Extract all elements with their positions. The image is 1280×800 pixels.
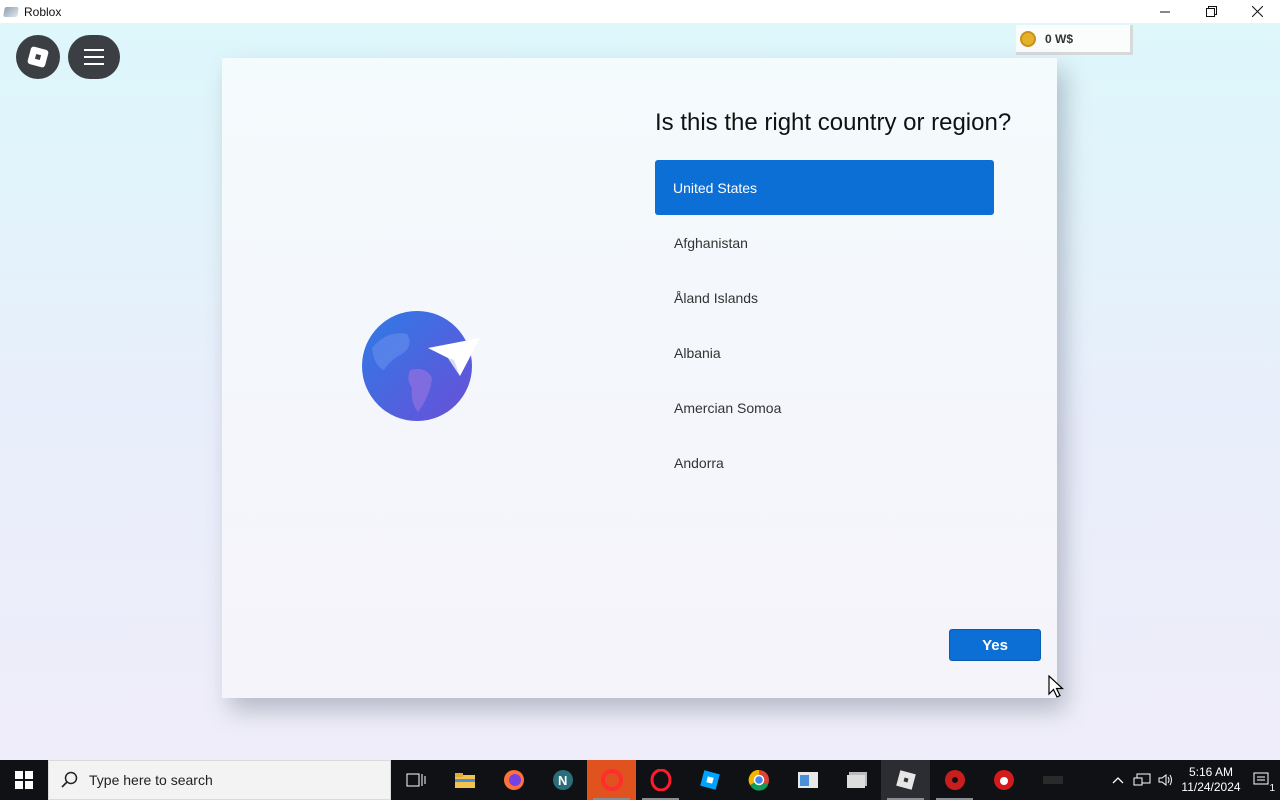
task-view-button[interactable] [391,760,440,800]
opera-gx-icon [600,769,623,791]
window-app-icon [797,772,818,788]
roblox-studio-button[interactable] [685,760,734,800]
close-icon [1251,6,1263,17]
action-center-button[interactable]: 1 [1244,760,1280,800]
currency-display: 0 W$ [1016,25,1133,55]
minimize-icon [1160,11,1170,12]
dark-app-icon [1042,776,1063,784]
dialog-question: Is this the right country or region? [655,109,1012,136]
firefox-icon [503,770,524,790]
app-red-button[interactable] [979,760,1028,800]
taskbar: Type here to search N 5:16 AM 11/24/2024… [0,760,1280,800]
network-button[interactable] [1130,760,1154,800]
system-tray: 5:16 AM 11/24/2024 1 [1106,760,1280,800]
roblox-player-button[interactable] [881,760,930,800]
country-option[interactable]: Amercian Somoa [655,380,994,435]
country-option[interactable]: United States [655,160,994,215]
hamburger-icon [84,49,104,65]
file-explorer-button[interactable] [440,760,489,800]
window-controls [1142,0,1280,23]
roblox-app-icon [3,6,19,17]
app-dark-button[interactable] [1028,760,1077,800]
firefox-button[interactable] [489,760,538,800]
start-button[interactable] [0,760,48,800]
currency-amount: 0 W$ [1045,31,1074,46]
chrome-button[interactable] [734,760,783,800]
country-option[interactable]: Afghanistan [655,215,994,270]
taskbar-search-box[interactable]: Type here to search [48,760,391,800]
network-icon [1133,773,1151,786]
restore-button[interactable] [1188,0,1234,23]
close-button[interactable] [1234,0,1280,23]
roblox-menu-button[interactable] [16,35,60,79]
restore-icon [1205,6,1217,17]
country-list: United States Afghanistan Åland Islands … [655,160,994,490]
red-app-icon [993,770,1014,790]
opera-button[interactable] [636,760,685,800]
volume-button[interactable] [1154,760,1178,800]
app-radiation-button[interactable] [930,760,979,800]
country-option[interactable]: Åland Islands [655,270,994,325]
roblox-studio-icon [699,770,720,790]
chevron-up-icon [1112,777,1124,784]
hamburger-menu-button[interactable] [68,35,120,79]
country-option[interactable]: Andorra [655,435,994,490]
roblox-icon [895,770,916,790]
game-viewport: 0 W$ Is this the right country or region… [0,23,1280,760]
country-dialog: Is this the right country or region? Uni… [222,58,1057,698]
globe-icon [362,311,480,421]
n-app-icon: N [552,770,573,790]
clock-time: 5:16 AM [1188,765,1234,779]
windows-logo-icon [15,771,33,789]
speaker-icon [1158,774,1172,786]
notification-count: 1 [1269,783,1275,794]
taskbar-apps: N [391,760,1077,800]
yes-button[interactable]: Yes [949,629,1041,661]
chrome-icon [748,769,769,791]
country-option[interactable]: Albania [655,325,994,380]
window-titlebar: Roblox [0,0,1280,23]
search-icon [61,771,78,788]
task-view-icon [406,773,425,787]
minimize-button[interactable] [1142,0,1188,23]
coin-icon [1020,30,1036,47]
tray-expand-button[interactable] [1106,760,1130,800]
folder-icon [454,773,475,788]
mouse-cursor-icon [1048,675,1064,698]
gallery-icon [846,772,867,788]
roblox-logo-icon [27,46,49,68]
opera-icon [650,769,671,791]
clock-date: 11/24/2024 [1181,780,1241,794]
search-placeholder: Type here to search [89,772,213,788]
taskbar-clock[interactable]: 5:16 AM 11/24/2024 [1178,765,1244,795]
app-n-button[interactable]: N [538,760,587,800]
app-gallery-button[interactable] [832,760,881,800]
window-title: Roblox [24,4,62,19]
opera-gx-button[interactable] [587,760,636,800]
svg-text:N: N [558,773,567,788]
radiation-icon [944,770,965,790]
app-window-button[interactable] [783,760,832,800]
